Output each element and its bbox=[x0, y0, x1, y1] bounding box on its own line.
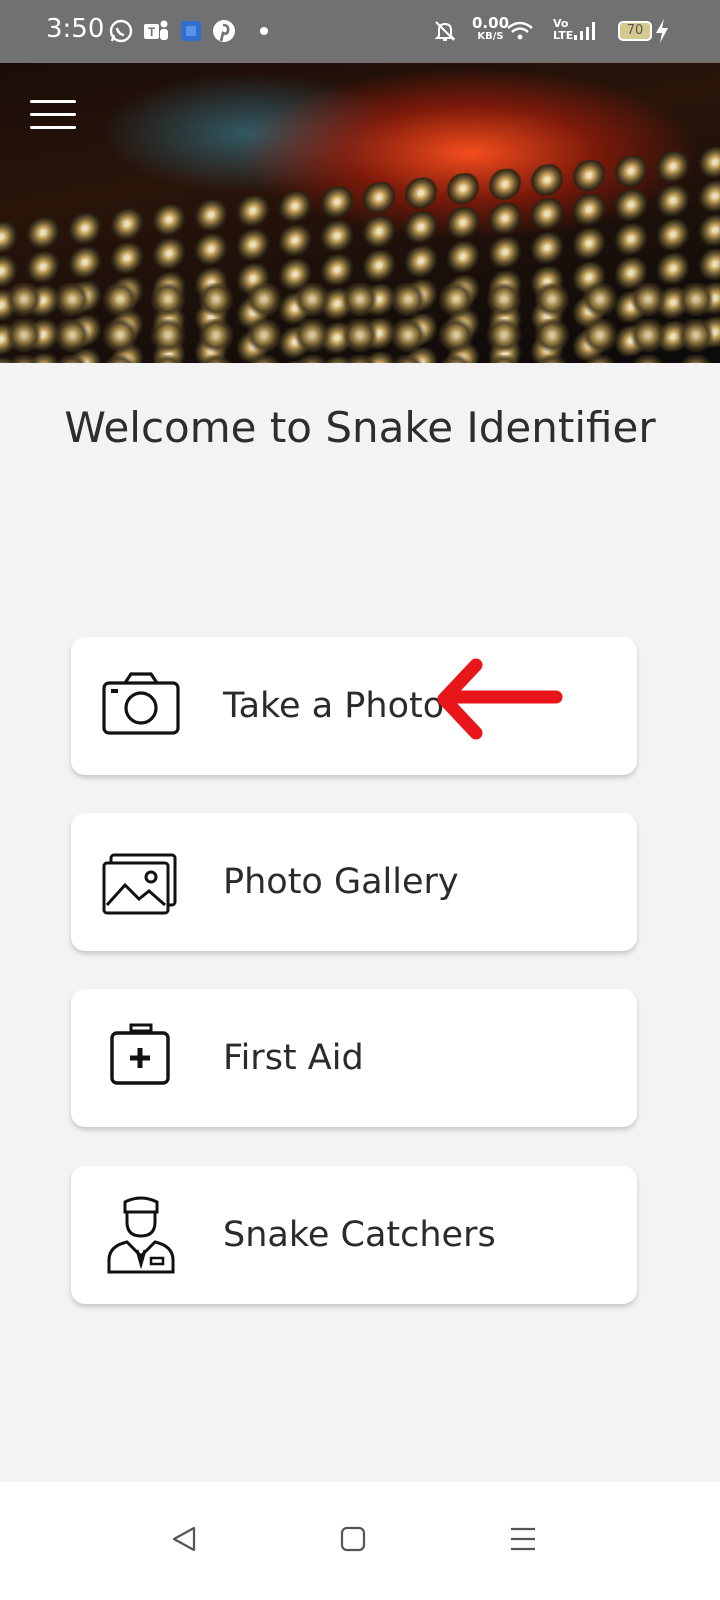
net-speed-value: 0.00 bbox=[472, 14, 510, 32]
snake-catchers-button[interactable]: Snake Catchers bbox=[71, 1166, 637, 1304]
battery-level: 70 bbox=[626, 23, 644, 38]
first-aid-kit-icon bbox=[101, 1021, 181, 1095]
whatsapp-icon bbox=[106, 16, 136, 46]
first-aid-label: First Aid bbox=[223, 1038, 364, 1078]
system-nav-bar bbox=[0, 1482, 720, 1600]
back-icon[interactable] bbox=[168, 1522, 202, 1556]
pinterest-icon bbox=[209, 16, 239, 46]
page-title: Welcome to Snake Identifier bbox=[64, 403, 656, 452]
photo-gallery-button[interactable]: Photo Gallery bbox=[71, 813, 637, 951]
teams-icon: T bbox=[141, 16, 171, 46]
take-photo-label: Take a Photo bbox=[223, 686, 445, 726]
status-time: 3:50 bbox=[46, 14, 105, 44]
gallery-icon bbox=[101, 845, 181, 919]
signal-icon bbox=[570, 16, 600, 46]
mute-icon bbox=[430, 16, 460, 46]
photo-gallery-label: Photo Gallery bbox=[223, 862, 459, 902]
red-arrow-annotation bbox=[437, 658, 563, 740]
recents-icon[interactable] bbox=[506, 1522, 540, 1556]
snake-scales-banner bbox=[0, 63, 720, 363]
catcher-person-icon bbox=[101, 1196, 181, 1274]
banner-scales-lower bbox=[0, 283, 720, 363]
menu-line bbox=[30, 100, 76, 103]
menu-line bbox=[30, 113, 76, 116]
charging-icon bbox=[647, 16, 677, 46]
svg-text:T: T bbox=[148, 25, 156, 39]
net-speed: 0.00 KB/S bbox=[472, 14, 510, 43]
hamburger-menu-icon[interactable] bbox=[30, 100, 76, 134]
first-aid-button[interactable]: First Aid bbox=[71, 989, 637, 1127]
home-icon[interactable] bbox=[336, 1522, 370, 1556]
menu-line bbox=[30, 126, 76, 129]
camera-icon bbox=[101, 669, 181, 743]
app-icon bbox=[176, 16, 206, 46]
dot-icon bbox=[249, 16, 279, 46]
wifi-icon bbox=[505, 16, 535, 46]
net-speed-unit: KB/S bbox=[477, 31, 504, 42]
snake-catchers-label: Snake Catchers bbox=[223, 1215, 496, 1255]
status-bar: 3:50 T 0.00 KB/S Vo LTE 70 bbox=[0, 0, 720, 63]
